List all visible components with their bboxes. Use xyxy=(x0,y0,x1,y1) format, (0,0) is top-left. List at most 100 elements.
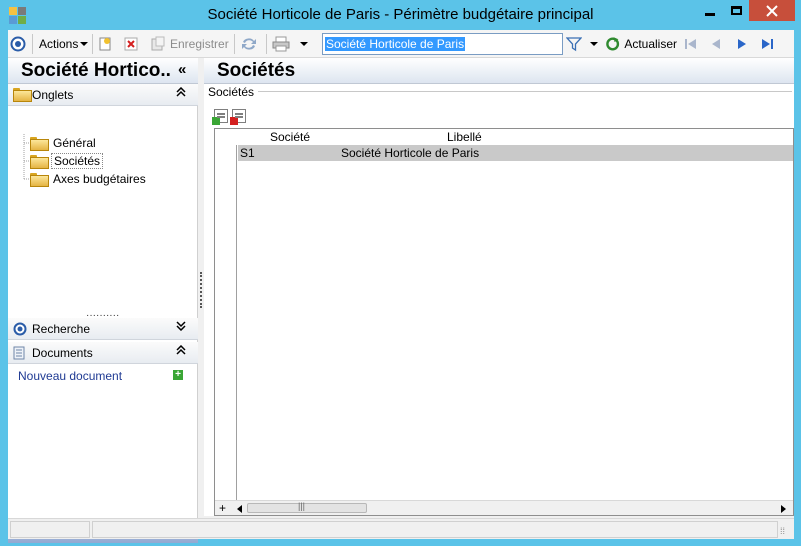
cell-label: Société Horticole de Paris xyxy=(341,146,480,160)
chevron-down-icon xyxy=(300,42,308,46)
last-record-button[interactable] xyxy=(760,30,778,58)
sync-button[interactable] xyxy=(240,30,260,58)
folder-icon xyxy=(30,173,49,187)
close-button[interactable] xyxy=(749,0,795,21)
left-panel-title: Société Hortico.. xyxy=(21,60,171,81)
grid-toolbar xyxy=(212,109,246,125)
group-label: Sociétés xyxy=(208,85,255,99)
left-panel-header: Société Hortico.. « xyxy=(8,58,198,84)
documents-label: Documents xyxy=(32,346,93,360)
status-segment xyxy=(10,521,90,538)
add-document-icon[interactable]: + xyxy=(173,370,183,380)
first-record-button[interactable] xyxy=(684,30,700,58)
onglets-section-header[interactable]: Onglets xyxy=(8,84,198,106)
scroll-left-icon[interactable] xyxy=(237,505,242,513)
onglets-label: Onglets xyxy=(32,88,74,102)
recherche-label: Recherche xyxy=(32,322,91,336)
tab-axes-label: Axes budgétaires xyxy=(53,172,146,186)
chevron-up-icon xyxy=(176,344,186,358)
client-area: Actions Enregistrer Société Horticole de… xyxy=(8,30,794,543)
main-panel-header: Sociétés xyxy=(204,58,794,84)
tab-axes-budgetaires[interactable]: Axes budgétaires xyxy=(30,171,148,187)
maximize-button[interactable] xyxy=(723,0,749,21)
search-combo[interactable]: Société Horticole de Paris xyxy=(322,33,563,55)
first-record-icon xyxy=(685,39,696,49)
group-divider xyxy=(258,91,792,92)
status-segment xyxy=(92,521,778,538)
new-document-link-label: Nouveau document xyxy=(18,369,123,383)
table-row[interactable]: S1 Société Horticole de Paris xyxy=(238,145,793,161)
actions-label: Actions xyxy=(39,37,79,51)
grid-header: Société Libellé xyxy=(215,129,793,145)
open-folder-icon xyxy=(30,155,49,169)
left-panel: Société Hortico.. « Onglets Général Soci… xyxy=(8,58,198,543)
save-label: Enregistrer xyxy=(170,37,229,51)
horizontal-scrollbar[interactable]: + xyxy=(215,500,793,515)
title-bar: Société Horticole de Paris - Périmètre b… xyxy=(0,0,801,30)
minimize-icon xyxy=(705,13,715,16)
previous-record-icon xyxy=(712,39,720,49)
chevron-up-icon xyxy=(176,86,186,100)
collapse-panel-button[interactable]: « xyxy=(178,61,186,78)
close-icon xyxy=(766,4,778,17)
search-icon xyxy=(13,322,27,336)
page-title: Sociétés xyxy=(217,60,296,81)
documents-section-header[interactable]: Documents xyxy=(8,342,198,364)
chevron-down-icon xyxy=(176,320,186,334)
column-header-libelle[interactable]: Libellé xyxy=(447,130,482,144)
save-button[interactable]: Enregistrer xyxy=(150,30,230,58)
delete-button[interactable] xyxy=(124,30,142,58)
refresh-icon xyxy=(606,37,620,51)
printer-icon xyxy=(272,36,290,52)
next-record-button[interactable] xyxy=(736,30,752,58)
societes-grid: Société Libellé S1 Société Horticole de … xyxy=(214,128,794,516)
main-panel: Sociétés Sociétés Société Libellé S1 Soc… xyxy=(204,58,794,516)
save-icon xyxy=(151,36,165,51)
tab-general[interactable]: Général xyxy=(30,135,98,151)
print-dropdown-button[interactable] xyxy=(300,30,312,58)
chevron-down-icon xyxy=(590,42,598,46)
tab-general-label: Général xyxy=(53,136,96,150)
maximize-icon xyxy=(730,6,742,15)
print-button[interactable] xyxy=(272,30,294,58)
filter-dropdown-button[interactable] xyxy=(590,30,602,58)
last-record-icon xyxy=(762,39,773,49)
delete-row-icon[interactable] xyxy=(230,109,246,125)
toolbar: Actions Enregistrer Société Horticole de… xyxy=(8,30,794,58)
app-window: Société Horticole de Paris - Périmètre b… xyxy=(0,0,801,546)
filter-icon xyxy=(566,37,582,52)
filter-button[interactable] xyxy=(566,30,584,58)
folder-icon xyxy=(13,88,32,102)
status-bar: ⁞⁞ xyxy=(8,518,794,539)
add-row-icon[interactable] xyxy=(212,109,228,125)
tab-societes[interactable]: Sociétés xyxy=(30,153,104,169)
delete-icon xyxy=(124,37,138,51)
column-header-societe[interactable]: Société xyxy=(270,130,310,144)
scroll-thumb[interactable] xyxy=(247,501,367,513)
minimize-button[interactable] xyxy=(697,0,723,21)
navigator-icon xyxy=(10,36,26,52)
next-record-icon xyxy=(738,39,746,49)
window-title: Société Horticole de Paris - Périmètre b… xyxy=(207,6,594,23)
refresh-button[interactable]: Actualiser xyxy=(605,30,677,58)
new-button[interactable] xyxy=(98,30,116,58)
actions-menu-button[interactable]: Actions xyxy=(39,30,89,58)
row-selector-column xyxy=(215,129,237,515)
navigator-button[interactable] xyxy=(10,30,30,58)
folder-icon xyxy=(30,137,49,151)
refresh-label: Actualiser xyxy=(624,37,677,51)
resize-grip-icon[interactable]: ⁞⁞ xyxy=(780,526,785,536)
recherche-section-header[interactable]: Recherche xyxy=(8,318,198,340)
new-document-icon xyxy=(99,37,111,51)
sync-icon xyxy=(242,38,256,50)
scroll-right-icon[interactable] xyxy=(781,505,786,513)
add-row-shortcut[interactable]: + xyxy=(219,501,226,515)
new-document-link[interactable]: Nouveau document xyxy=(18,369,122,383)
cell-code: S1 xyxy=(240,146,255,160)
chevron-down-icon xyxy=(80,42,89,46)
tree-lines xyxy=(23,134,30,180)
document-icon xyxy=(13,346,27,360)
previous-record-button[interactable] xyxy=(710,30,726,58)
tab-societes-label: Sociétés xyxy=(51,153,104,169)
search-combo-value: Société Horticole de Paris xyxy=(325,37,466,51)
